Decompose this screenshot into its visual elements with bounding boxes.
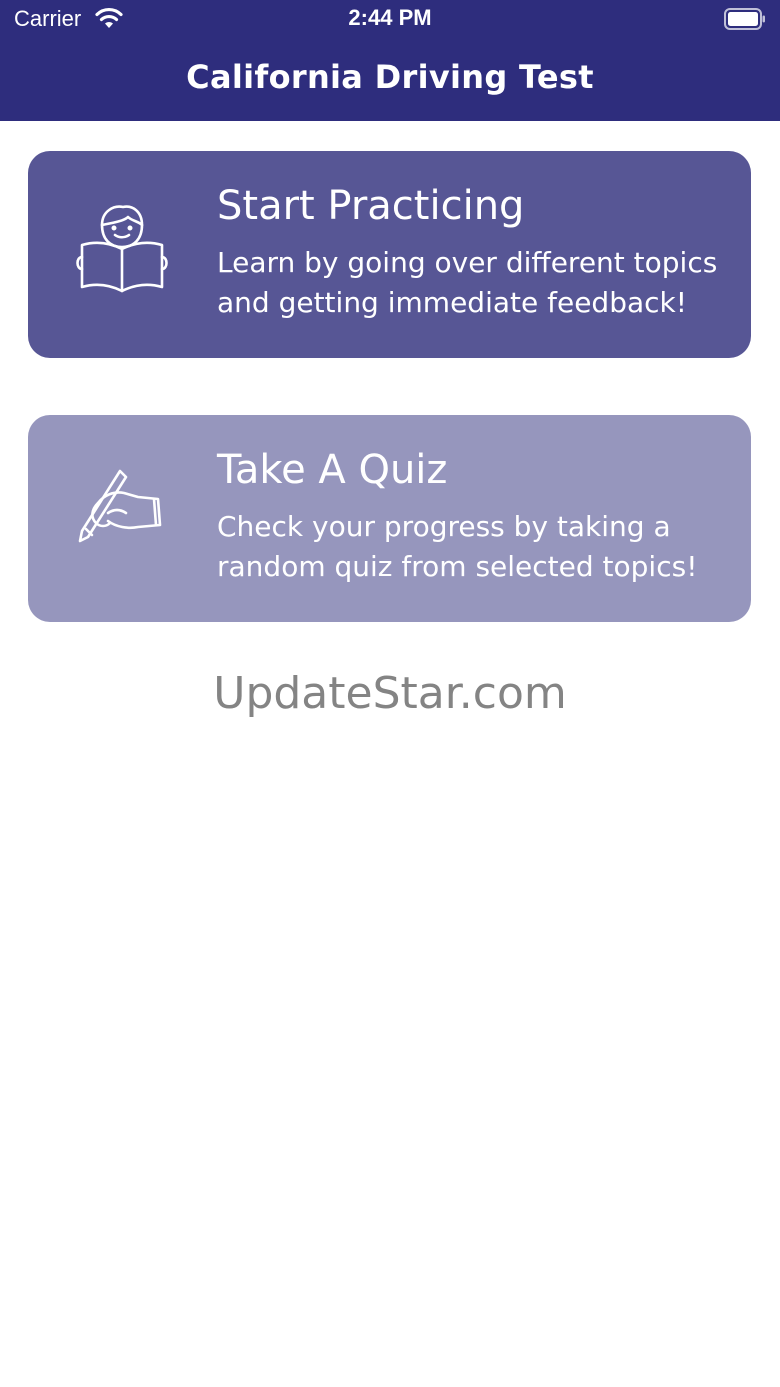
card-description: Check your progress by taking a random q… (217, 510, 698, 583)
reading-person-icon (76, 205, 168, 293)
app-header: Carrier 2:44 PM California Driving Test (0, 0, 780, 121)
writing-hand-icon (78, 469, 162, 543)
take-a-quiz-button[interactable]: Take A Quiz Check your progress by takin… (28, 415, 751, 622)
status-bar: Carrier 2:44 PM (0, 0, 780, 40)
card-description: Learn by going over different topics and… (217, 246, 718, 319)
status-time: 2:44 PM (348, 5, 432, 30)
battery-icon (724, 8, 765, 30)
start-practicing-button[interactable]: Start Practicing Learn by going over dif… (28, 151, 751, 358)
card-title: Start Practicing (217, 183, 525, 229)
page-title: California Driving Test (186, 58, 594, 96)
card-title: Take A Quiz (217, 447, 448, 493)
watermark-text: UpdateStar.com (213, 668, 567, 719)
